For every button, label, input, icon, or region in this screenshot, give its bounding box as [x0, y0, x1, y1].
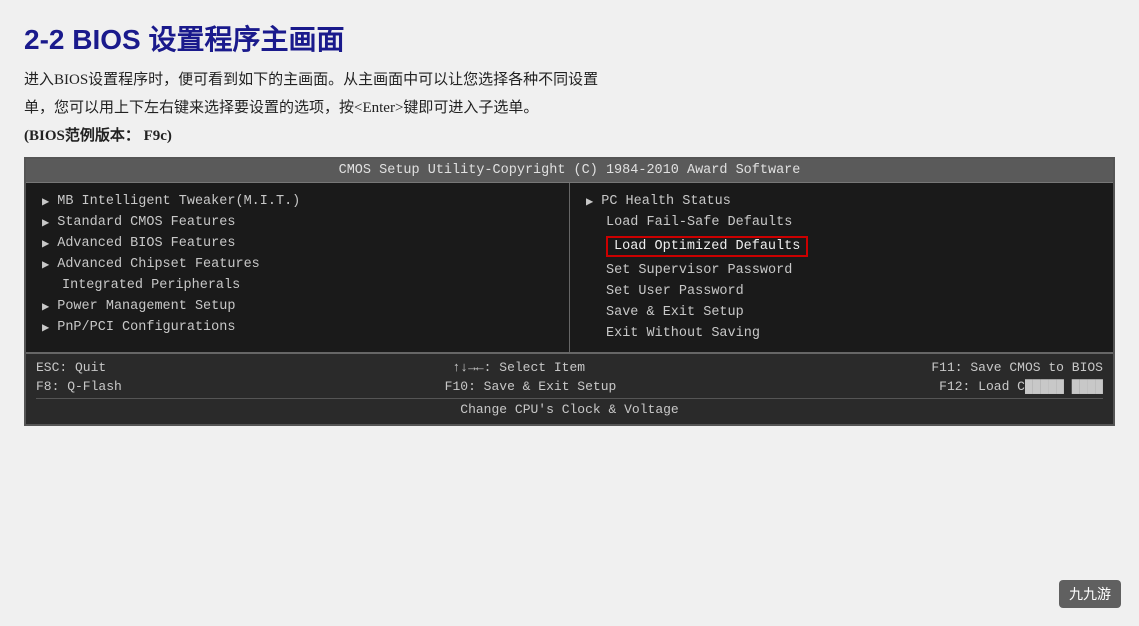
bios-left-row: ▶ MB Intelligent Tweaker(M.I.T.) [42, 191, 553, 212]
bios-menu-item-label: Standard CMOS Features [57, 215, 235, 230]
bios-left-row: ▶ Power Management Setup [42, 296, 553, 317]
bios-esc-quit: ESC: Quit [36, 360, 106, 375]
bios-left-row: ▶ Standard CMOS Features [42, 212, 553, 233]
bios-menu-item-label: PC Health Status [601, 194, 731, 209]
bios-left-col: ▶ MB Intelligent Tweaker(M.I.T.) ▶ Standard… [26, 183, 570, 352]
bios-menu-item-label: Save & Exit Setup [606, 305, 744, 320]
bios-right-row: Load Fail-Safe Defaults [586, 212, 1097, 233]
bios-menu-item-label: Set Supervisor Password [606, 263, 792, 278]
bios-submenu-arrow-icon: ▶ [42, 257, 49, 272]
description-line1: 进入BIOS设置程序时，便可看到如下的主画面。从主画面中可以让您选择各种不同设置 [24, 68, 1115, 92]
bios-menu-item-label: MB Intelligent Tweaker(M.I.T.) [57, 194, 300, 209]
bios-menu-item-label: Advanced BIOS Features [57, 236, 235, 251]
bios-right-row: ▶ PC Health Status [586, 191, 1097, 212]
bios-footer-bottom: Change CPU's Clock & Voltage [36, 398, 1103, 420]
bios-highlighted-item[interactable]: Load Optimized Defaults [606, 236, 808, 257]
bios-menu-item-label: Integrated Peripherals [62, 278, 240, 293]
bios-menu-item-label: Exit Without Saving [606, 326, 760, 341]
bios-left-row: Integrated Peripherals [42, 275, 553, 296]
bios-title-bar: CMOS Setup Utility-Copyright (C) 1984-20… [26, 159, 1113, 183]
bios-right-col: ▶ PC Health Status Load Fail-Safe Defaults… [570, 183, 1113, 352]
bios-right-row: Load Optimized Defaults [586, 233, 1097, 260]
page-title: 2-2 BIOS 设置程序主画面 [24, 18, 1115, 58]
bios-main-area: ▶ MB Intelligent Tweaker(M.I.T.) ▶ Standard… [26, 183, 1113, 353]
bios-submenu-arrow-icon: ▶ [42, 215, 49, 230]
bios-right-row: Set Supervisor Password [586, 260, 1097, 281]
version-note: (BIOS范例版本： F9c) [24, 124, 1115, 145]
bios-menu-item-label: Power Management Setup [57, 299, 235, 314]
watermark: 九九游 [1059, 580, 1121, 608]
bios-footer-row2: F8: Q-Flash F10: Save & Exit Setup F12: … [36, 377, 1103, 396]
bios-menu-item-label: Load Fail-Safe Defaults [606, 215, 792, 230]
bios-select-item: ↑↓→←: Select Item [452, 360, 585, 375]
bios-submenu-arrow-icon: ▶ [586, 194, 593, 209]
watermark-icon: 九 [1069, 586, 1083, 602]
bios-menu-item-label: Set User Password [606, 284, 744, 299]
description-line2: 单，您可以用上下左右键来选择要设置的选项，按<Enter>键即可进入子选单。 [24, 96, 1115, 120]
bios-left-row: ▶ Advanced Chipset Features [42, 254, 553, 275]
bios-screen: CMOS Setup Utility-Copyright (C) 1984-20… [24, 157, 1115, 426]
bios-menu-item-label: PnP/PCI Configurations [57, 320, 235, 335]
bios-f10: F10: Save & Exit Setup [445, 379, 617, 394]
bios-left-row: ▶ Advanced BIOS Features [42, 233, 553, 254]
bios-f12: F12: Load C█████ ████ [939, 379, 1103, 394]
bios-submenu-arrow-icon: ▶ [42, 236, 49, 251]
bios-footer: ESC: Quit ↑↓→←: Select Item F11: Save CM… [26, 353, 1113, 424]
bios-right-row: Save & Exit Setup [586, 302, 1097, 323]
watermark-text: 九游 [1083, 586, 1111, 602]
bios-menu-item-label: Advanced Chipset Features [57, 257, 260, 272]
bios-left-row: ▶ PnP/PCI Configurations [42, 317, 553, 338]
bios-submenu-arrow-icon: ▶ [42, 320, 49, 335]
bios-footer-row1: ESC: Quit ↑↓→←: Select Item F11: Save CM… [36, 358, 1103, 377]
bios-right-row: Set User Password [586, 281, 1097, 302]
bios-f8: F8: Q-Flash [36, 379, 122, 394]
bios-f11: F11: Save CMOS to BIOS [931, 360, 1103, 375]
bios-submenu-arrow-icon: ▶ [42, 194, 49, 209]
bios-right-row: Exit Without Saving [586, 323, 1097, 344]
bios-submenu-arrow-icon: ▶ [42, 299, 49, 314]
